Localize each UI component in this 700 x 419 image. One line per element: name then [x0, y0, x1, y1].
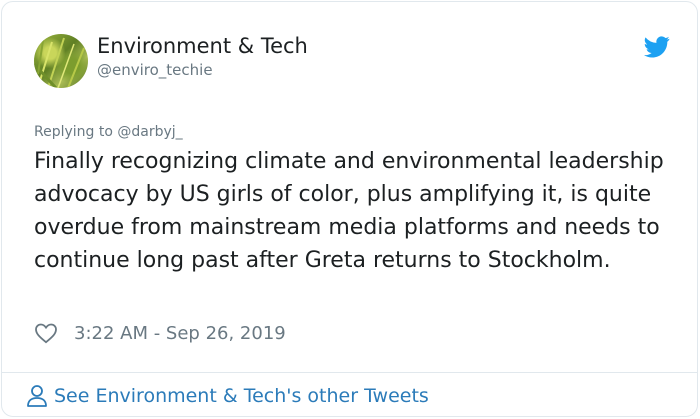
- divider: [2, 372, 697, 373]
- tweet-text: Finally recognizing climate and environm…: [34, 149, 664, 273]
- replying-to-link[interactable]: @darbyj_: [117, 124, 182, 140]
- author-name[interactable]: Environment & Tech: [97, 33, 308, 59]
- see-other-tweets-link[interactable]: See Environment & Tech's other Tweets: [26, 383, 429, 409]
- see-other-tweets-label: See Environment & Tech's other Tweets: [54, 385, 429, 407]
- avatar[interactable]: [34, 34, 88, 88]
- replying-to-label: Replying to: [34, 124, 118, 140]
- tweet-timestamp[interactable]: 3:22 AM - Sep 26, 2019: [74, 323, 286, 344]
- author-handle[interactable]: @enviro_techie: [97, 61, 213, 79]
- tweet-card: Environment & Tech @enviro_techie Replyi…: [1, 1, 698, 417]
- replying-to: Replying to @darbyj_: [34, 123, 183, 141]
- twitter-bird-icon[interactable]: [644, 36, 670, 58]
- grass-photo-icon: [34, 34, 85, 88]
- person-icon: [27, 385, 47, 407]
- tweet-meta: 3:22 AM - Sep 26, 2019: [34, 320, 286, 346]
- heart-icon[interactable]: [34, 321, 58, 345]
